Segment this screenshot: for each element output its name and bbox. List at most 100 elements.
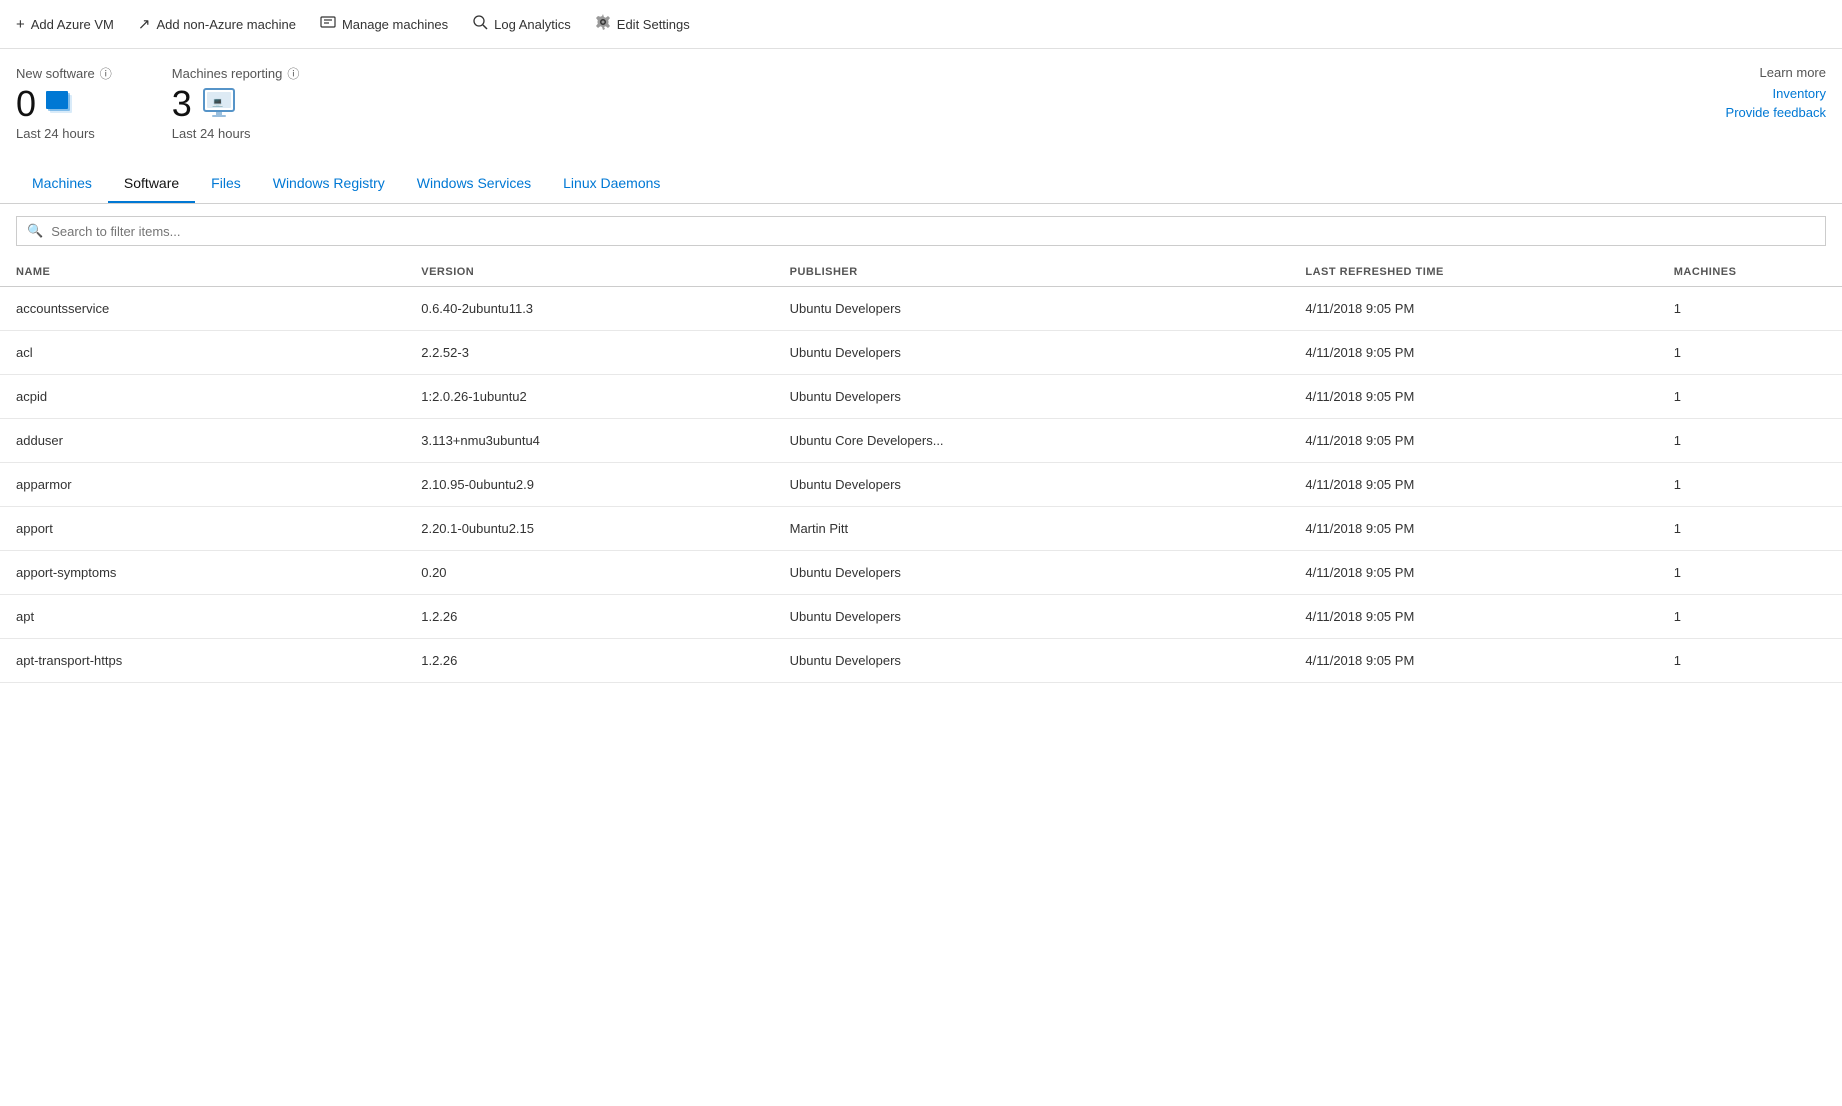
add-non-azure-button[interactable]: ↗ Add non-Azure machine	[138, 11, 296, 37]
edit-settings-button[interactable]: Edit Settings	[595, 10, 690, 38]
cell-publisher: Martin Pitt	[774, 507, 1290, 551]
cell-machines: 1	[1658, 507, 1842, 551]
cell-refreshed: 4/11/2018 9:05 PM	[1289, 507, 1657, 551]
table-row[interactable]: acl 2.2.52-3 Ubuntu Developers 4/11/2018…	[0, 331, 1842, 375]
add-azure-vm-button[interactable]: + Add Azure VM	[16, 12, 114, 37]
toolbar: + Add Azure VM ↗ Add non-Azure machine M…	[0, 0, 1842, 49]
table-row[interactable]: adduser 3.113+nmu3ubuntu4 Ubuntu Core De…	[0, 419, 1842, 463]
new-software-sublabel: Last 24 hours	[16, 126, 112, 141]
manage-machines-label: Manage machines	[342, 17, 448, 32]
cell-version: 0.20	[405, 551, 773, 595]
machines-reporting-sublabel: Last 24 hours	[172, 126, 300, 141]
manage-machines-button[interactable]: Manage machines	[320, 10, 448, 38]
new-software-stat: New software ⓘ 0  Last 24 hours	[16, 65, 112, 141]
cell-version: 2.10.95-0ubuntu2.9	[405, 463, 773, 507]
machines-reporting-value-row: 3 💻	[172, 86, 300, 122]
new-software-value-row: 0 	[16, 86, 112, 122]
cell-version: 1.2.26	[405, 595, 773, 639]
cell-name: apport-symptoms	[0, 551, 405, 595]
table-body: accountsservice 0.6.40-2ubuntu11.3 Ubunt…	[0, 287, 1842, 683]
learn-more-label: Learn more	[1646, 65, 1826, 80]
cell-version: 3.113+nmu3ubuntu4	[405, 419, 773, 463]
search-container: 🔍	[0, 204, 1842, 258]
cell-refreshed: 4/11/2018 9:05 PM	[1289, 639, 1657, 683]
table-row[interactable]: apt 1.2.26 Ubuntu Developers 4/11/2018 9…	[0, 595, 1842, 639]
cell-version: 1.2.26	[405, 639, 773, 683]
cell-refreshed: 4/11/2018 9:05 PM	[1289, 287, 1657, 331]
tabs-container: Machines Software Files Windows Registry…	[0, 165, 1842, 204]
machines-reporting-info-icon[interactable]: ⓘ	[287, 65, 299, 82]
cell-name: apt-transport-https	[0, 639, 405, 683]
cell-machines: 1	[1658, 419, 1842, 463]
cell-publisher: Ubuntu Developers	[774, 595, 1290, 639]
search-box: 🔍	[16, 216, 1826, 246]
cell-name: accountsservice	[0, 287, 405, 331]
cell-refreshed: 4/11/2018 9:05 PM	[1289, 419, 1657, 463]
cell-name: apparmor	[0, 463, 405, 507]
cell-version: 2.2.52-3	[405, 331, 773, 375]
tab-windows-registry[interactable]: Windows Registry	[257, 165, 401, 203]
cell-refreshed: 4/11/2018 9:05 PM	[1289, 331, 1657, 375]
add-azure-vm-label: Add Azure VM	[31, 17, 114, 32]
main-content: New software ⓘ 0  Last 24 hours	[0, 49, 1842, 161]
cell-publisher: Ubuntu Developers	[774, 287, 1290, 331]
cell-machines: 1	[1658, 639, 1842, 683]
cell-machines: 1	[1658, 287, 1842, 331]
search-input[interactable]	[51, 224, 1815, 239]
col-header-version: VERSION	[405, 258, 773, 287]
inventory-link[interactable]: Inventory	[1646, 86, 1826, 101]
tab-machines[interactable]: Machines	[16, 165, 108, 203]
col-header-name: NAME	[0, 258, 405, 287]
table-header: NAME VERSION PUBLISHER LAST REFRESHED TI…	[0, 258, 1842, 287]
external-link-icon: ↗	[138, 15, 151, 33]
cell-publisher: Ubuntu Developers	[774, 463, 1290, 507]
machines-reporting-label: Machines reporting ⓘ	[172, 65, 300, 82]
table-row[interactable]: accountsservice 0.6.40-2ubuntu11.3 Ubunt…	[0, 287, 1842, 331]
cell-publisher: Ubuntu Developers	[774, 639, 1290, 683]
table-row[interactable]: apport 2.20.1-0ubuntu2.15 Martin Pitt 4/…	[0, 507, 1842, 551]
cell-machines: 1	[1658, 595, 1842, 639]
table-row[interactable]: apt-transport-https 1.2.26 Ubuntu Develo…	[0, 639, 1842, 683]
col-header-publisher: PUBLISHER	[774, 258, 1290, 287]
table-row[interactable]: apparmor 2.10.95-0ubuntu2.9 Ubuntu Devel…	[0, 463, 1842, 507]
cell-publisher: Ubuntu Developers	[774, 551, 1290, 595]
stats-row: New software ⓘ 0  Last 24 hours	[16, 65, 1646, 141]
cell-refreshed: 4/11/2018 9:05 PM	[1289, 595, 1657, 639]
cell-publisher: Ubuntu Core Developers...	[774, 419, 1290, 463]
gear-icon	[595, 14, 611, 34]
table-row[interactable]: acpid 1:2.0.26-1ubuntu2 Ubuntu Developer…	[0, 375, 1842, 419]
cell-name: apport	[0, 507, 405, 551]
tab-windows-services[interactable]: Windows Services	[401, 165, 547, 203]
tab-files[interactable]: Files	[195, 165, 257, 203]
right-sidebar: Learn more Inventory Provide feedback	[1646, 65, 1826, 161]
cell-machines: 1	[1658, 331, 1842, 375]
cell-publisher: Ubuntu Developers	[774, 331, 1290, 375]
add-non-azure-label: Add non-Azure machine	[156, 17, 295, 32]
cell-publisher: Ubuntu Developers	[774, 375, 1290, 419]
log-analytics-label: Log Analytics	[494, 17, 571, 32]
new-software-info-icon[interactable]: ⓘ	[100, 65, 112, 82]
cell-name: acl	[0, 331, 405, 375]
plus-icon: +	[16, 16, 25, 33]
edit-settings-label: Edit Settings	[617, 17, 690, 32]
new-software-count: 0	[16, 86, 36, 122]
cell-machines: 1	[1658, 375, 1842, 419]
tab-linux-daemons[interactable]: Linux Daemons	[547, 165, 676, 203]
table-row[interactable]: apport-symptoms 0.20 Ubuntu Developers 4…	[0, 551, 1842, 595]
cell-name: adduser	[0, 419, 405, 463]
machines-reporting-count: 3	[172, 86, 192, 122]
cell-machines: 1	[1658, 551, 1842, 595]
svg-text:💻: 💻	[212, 97, 223, 107]
cell-refreshed: 4/11/2018 9:05 PM	[1289, 375, 1657, 419]
provide-feedback-link[interactable]: Provide feedback	[1646, 105, 1826, 120]
col-header-machines: MACHINES	[1658, 258, 1842, 287]
new-software-icon: 	[46, 89, 80, 119]
cell-version: 2.20.1-0ubuntu2.15	[405, 507, 773, 551]
svg-text:: 	[51, 97, 59, 108]
col-header-refreshed: LAST REFRESHED TIME	[1289, 258, 1657, 287]
tab-software[interactable]: Software	[108, 165, 195, 203]
software-table: NAME VERSION PUBLISHER LAST REFRESHED TI…	[0, 258, 1842, 683]
analytics-icon	[472, 14, 488, 34]
cell-refreshed: 4/11/2018 9:05 PM	[1289, 463, 1657, 507]
log-analytics-button[interactable]: Log Analytics	[472, 10, 571, 38]
